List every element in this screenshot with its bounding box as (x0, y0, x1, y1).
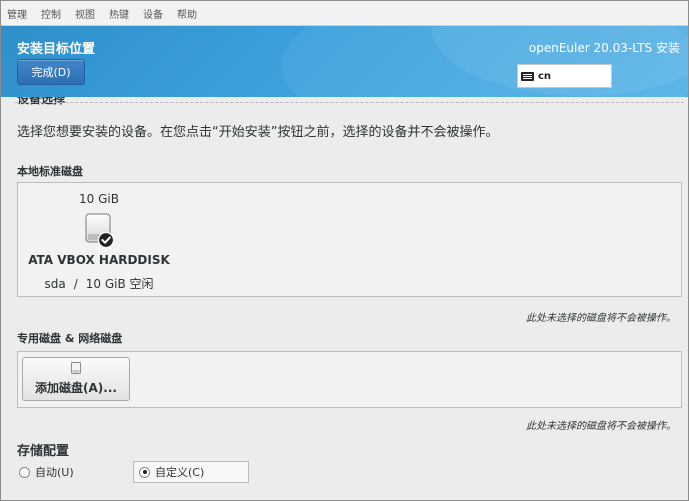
unselected-note: 此处未选择的磁盘将不会被操作。 (526, 313, 676, 324)
page-title: 安装目标位置 (17, 42, 96, 57)
menu-help[interactable]: 帮助 (170, 6, 204, 21)
menu-devices[interactable]: 设备 (136, 6, 170, 21)
add-disk-label: 添加磁盘(A)... (35, 381, 117, 395)
special-disks-label: 专用磁盘 & 网络磁盘 (17, 332, 123, 345)
installer-window: 管理 控制 视图 热键 设备 帮助 安装目标位置 完成(D) openEuler… (0, 0, 689, 501)
intro-text: 选择您想要安装的设备。在您点击“开始安装”按钮之前，选择的设备并不会被操作。 (17, 125, 499, 140)
menu-manage[interactable]: 管理 (1, 6, 34, 21)
radio-custom-label: 自定义(C) (155, 466, 205, 479)
harddisk-icon (85, 213, 114, 248)
installer-header: 安装目标位置 完成(D) openEuler 20.03-LTS 安装 cn (1, 26, 688, 97)
section-heading: 设备选择 (17, 97, 65, 105)
radio-automatic[interactable]: 自动(U) (19, 461, 74, 483)
disk-free-space: 10 GiB 空闲 (85, 277, 154, 291)
divider (15, 102, 684, 103)
disk-name: ATA VBOX HARDDISK (28, 253, 170, 267)
disk-device: sda (44, 277, 66, 291)
add-disk-button[interactable]: 添加磁盘(A)... (22, 357, 130, 401)
menu-control[interactable]: 控制 (34, 6, 68, 21)
done-button[interactable]: 完成(D) (17, 59, 85, 85)
storage-config-label: 存储配置 (17, 444, 70, 459)
disk-separator: / (73, 277, 78, 291)
radio-custom[interactable]: 自定义(C) (133, 461, 249, 483)
radio-unchecked-icon[interactable] (19, 466, 30, 478)
disk-size: 10 GiB (79, 192, 119, 206)
disk-tile-sda[interactable]: 10 GiB ATA VBOX HARDDISK sda/10 GiB 空闲 (24, 187, 174, 292)
keyboard-layout-indicator[interactable]: cn (517, 64, 612, 88)
disk-details: sda / 10 GiB 空闲 (24, 275, 174, 292)
keyboard-layout-label: cn (538, 70, 552, 82)
menu-hotkey[interactable]: 热键 (102, 6, 136, 21)
disk-icon (71, 362, 81, 374)
unselected-note-2: 此处未选择的磁盘将不会被操作。 (526, 421, 676, 432)
local-disks-panel: 10 GiB ATA VBOX HARDDISK sda/10 GiB 空闲 (17, 182, 682, 297)
keyboard-icon (521, 71, 534, 81)
vm-menubar: 管理 控制 视图 热键 设备 帮助 (1, 1, 688, 26)
local-disks-label: 本地标准磁盘 (17, 165, 83, 178)
main-content: 设备选择 选择您想要安装的设备。在您点击“开始安装”按钮之前，选择的设备并不会被… (1, 97, 688, 500)
special-disks-panel: 添加磁盘(A)... (17, 351, 682, 408)
section-heading-text: 设备选择 (17, 97, 66, 105)
radio-checked-icon[interactable] (139, 466, 150, 478)
product-title: openEuler 20.03-LTS 安装 (528, 41, 680, 55)
radio-automatic-label: 自动(U) (35, 466, 74, 479)
menu-view[interactable]: 视图 (68, 6, 102, 21)
